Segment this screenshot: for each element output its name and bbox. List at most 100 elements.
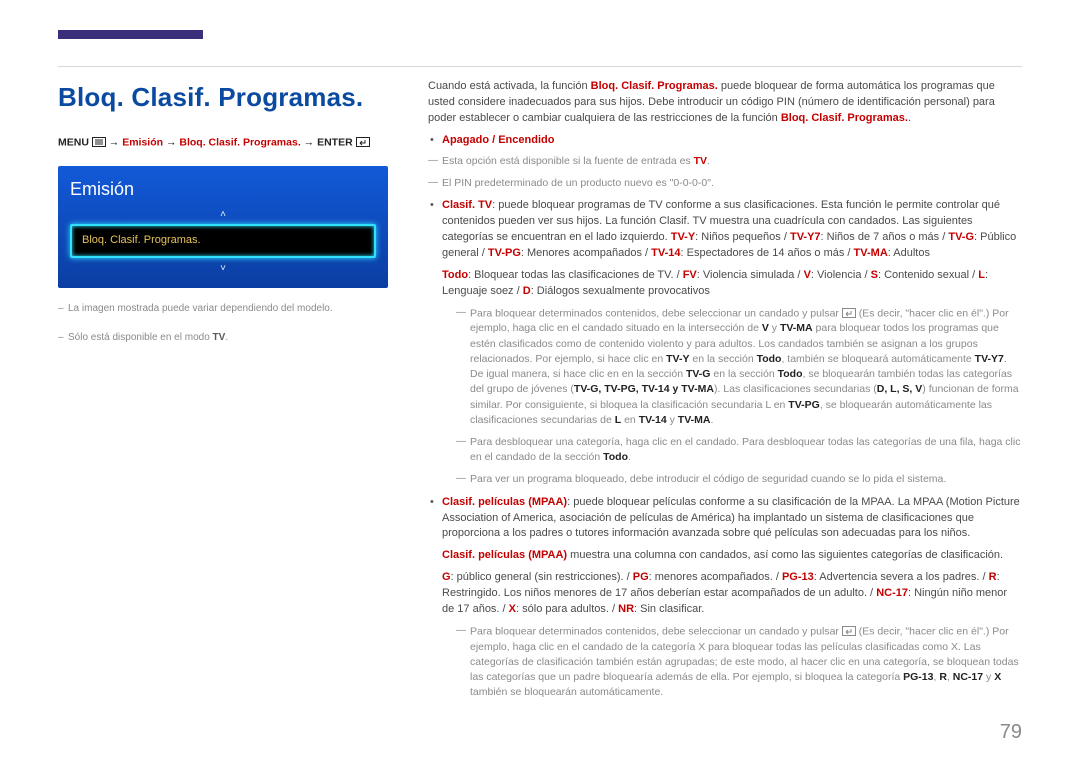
text: muestra una columna con candados, así co… <box>567 549 1003 561</box>
rating-todo: Todo <box>778 368 803 380</box>
rating-pg13: PG-13 <box>782 571 814 583</box>
feature-name: Bloq. Clasif. Programas. <box>781 112 908 124</box>
rating-r: R <box>989 571 997 583</box>
page-number: 79 <box>1000 718 1022 747</box>
intro-paragraph: Cuando está activada, la función Bloq. C… <box>428 79 1022 127</box>
text: en la sección <box>622 368 686 380</box>
text: : Violencia / <box>811 269 871 281</box>
horizontal-rule <box>58 66 1022 67</box>
rating-x: X <box>994 671 1001 683</box>
text: ). Las clasificaciones secundarias ( <box>714 383 877 395</box>
chevron-down-icon[interactable]: ˅ <box>70 262 376 274</box>
text: también se bloquearán automáticamente. <box>470 686 663 698</box>
arrow-icon: → <box>304 136 315 148</box>
text: : Niños pequeños / <box>695 231 790 243</box>
rating-v: V <box>804 269 811 281</box>
enter-icon <box>842 624 856 639</box>
clasif-tv-item: Clasif. TV: puede bloquear programas de … <box>442 198 1022 487</box>
note-block-example: Para bloquear determinados contenidos, d… <box>456 306 1022 428</box>
text: : Menores acompañados / <box>521 247 651 259</box>
path-bloq: Bloq. Clasif. Programas. <box>179 136 300 148</box>
rating-v: V <box>762 322 769 334</box>
text: en <box>621 414 639 426</box>
text: , también se bloqueará automáticamente <box>781 353 974 365</box>
note-unblock: Para desbloquear una categoría, haga cli… <box>456 435 1022 465</box>
rating-todo: Todo <box>442 269 468 281</box>
rating-d: D <box>523 285 531 297</box>
text: : público general (sin restricciones). / <box>451 571 633 583</box>
text: Para bloquear determinados contenidos, d… <box>470 626 842 638</box>
text: : Espectadores de 14 años o más / <box>681 247 854 259</box>
tv-label: TV <box>694 155 707 167</box>
rating-fv: FV <box>683 269 697 281</box>
rating-pg: PG <box>633 571 649 583</box>
rating-tvy: TV-Y <box>671 231 695 243</box>
text: : Niños de 7 años o más / <box>821 231 949 243</box>
enter-label: ENTER <box>317 136 353 148</box>
mpaa-label: Clasif. películas (MPAA) <box>442 549 567 561</box>
rating-tv14: TV-14 <box>651 247 680 259</box>
option-onoff: Apagado / Encendido <box>442 133 1022 149</box>
text: . <box>628 451 631 463</box>
footnote-image-varies: La imagen mostrada puede variar dependie… <box>58 302 400 317</box>
osd-header: Emisión <box>70 176 376 202</box>
osd-panel: Emisión ˄ Bloq. Clasif. Programas. ˅ <box>58 166 388 288</box>
text: : Bloquear todas las clasificaciones de … <box>468 269 683 281</box>
clasif-mpaa-item: Clasif. películas (MPAA): puede bloquear… <box>442 495 1022 701</box>
rating-l: L <box>978 269 985 281</box>
text: en la sección <box>689 353 756 365</box>
right-column: Cuando está activada, la función Bloq. C… <box>428 79 1022 708</box>
brand-accent <box>58 30 203 39</box>
text: : menores acompañados. / <box>649 571 782 583</box>
rating-todo: Todo <box>603 451 628 463</box>
text: Cuando está activada, la función <box>428 80 591 92</box>
rating-nr: NR <box>618 603 634 615</box>
feature-name: Bloq. Clasif. Programas. <box>591 80 718 92</box>
note-view-blocked: Para ver un programa bloqueado, debe int… <box>456 472 1022 487</box>
left-column: Bloq. Clasif. Programas. MENU → Emisión … <box>58 79 428 708</box>
tv-label: TV <box>213 332 226 343</box>
text: : Contenido sexual / <box>878 269 978 281</box>
mpaa-label: Clasif. películas (MPAA) <box>442 496 567 508</box>
text: : Violencia simulada / <box>697 269 804 281</box>
arrow-icon: → <box>166 136 177 148</box>
rating-group: TV-G, TV-PG, TV-14 y TV-MA <box>574 383 714 395</box>
menu-path: MENU → Emisión → Bloq. Clasif. Programas… <box>58 135 400 151</box>
rating-tvma: TV-MA <box>678 414 711 426</box>
rating-r: R <box>939 671 947 683</box>
text: Esta opción está disponible si la fuente… <box>442 155 694 167</box>
osd-selected-item[interactable]: Bloq. Clasif. Programas. <box>70 224 376 258</box>
rating-tvy7: TV-Y7 <box>975 353 1004 365</box>
rating-tvma: TV-MA <box>780 322 813 334</box>
text: y <box>769 322 780 334</box>
menu-icon <box>92 135 106 150</box>
rating-pg13: PG-13 <box>903 671 933 683</box>
text: y <box>667 414 678 426</box>
rating-tvy: TV-Y <box>666 353 689 365</box>
rating-dlsv: D, L, S, V <box>877 383 923 395</box>
note-tv-source: Esta opción está disponible si la fuente… <box>428 154 1022 169</box>
enter-icon <box>842 306 856 321</box>
rating-tvpg: TV-PG <box>788 399 820 411</box>
text: . <box>908 112 911 124</box>
rating-s: S <box>871 269 878 281</box>
enter-icon <box>356 135 370 150</box>
footnote-text: . <box>225 332 228 343</box>
chevron-up-icon[interactable]: ˄ <box>70 208 376 220</box>
text: . <box>707 155 710 167</box>
path-emision: Emisión <box>122 136 163 148</box>
note-default-pin: El PIN predeterminado de un producto nue… <box>428 176 1022 191</box>
text: : Diálogos sexualmente provocativos <box>531 285 710 297</box>
text: : Sin clasificar. <box>634 603 704 615</box>
rating-tv14: TV-14 <box>639 414 667 426</box>
rating-tvy7: TV-Y7 <box>790 231 821 243</box>
rating-g: G <box>442 571 451 583</box>
rating-tvg: TV-G <box>948 231 974 243</box>
rating-tvpg: TV-PG <box>488 247 521 259</box>
text: y <box>983 671 994 683</box>
rating-x: X <box>509 603 516 615</box>
text: : Advertencia severa a los padres. / <box>814 571 989 583</box>
clasif-tv-label: Clasif. TV <box>442 199 492 211</box>
text: Para desbloquear una categoría, haga cli… <box>470 436 1020 463</box>
rating-nc17: NC-17 <box>953 671 983 683</box>
